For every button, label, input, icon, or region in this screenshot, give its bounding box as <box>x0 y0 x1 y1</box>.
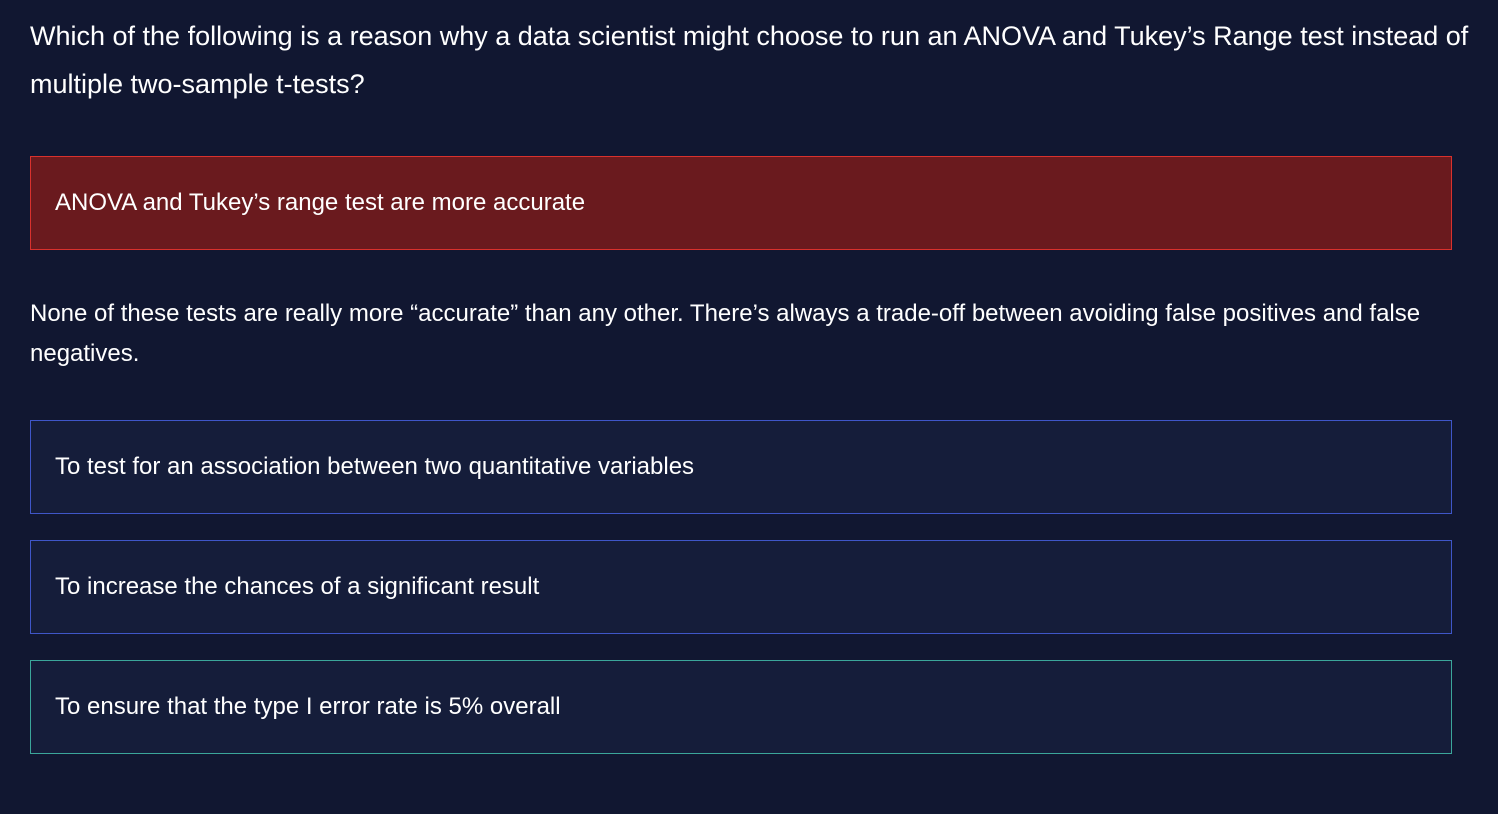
answer-option-correct[interactable]: To ensure that the type I error rate is … <box>30 660 1452 754</box>
answer-option-label: ANOVA and Tukey’s range test are more ac… <box>55 189 586 216</box>
answer-option-label: To increase the chances of a significant… <box>55 573 540 600</box>
feedback-text: None of these tests are really more “acc… <box>30 300 1421 367</box>
answer-option-incorrect-selected[interactable]: ANOVA and Tukey’s range test are more ac… <box>30 156 1452 250</box>
answer-option-label: To ensure that the type I error rate is … <box>55 693 561 720</box>
question-text: Which of the following is a reason why a… <box>30 21 1469 99</box>
answer-option[interactable]: To increase the chances of a significant… <box>30 540 1452 634</box>
answer-option[interactable]: To test for an association between two q… <box>30 420 1452 514</box>
answer-option-label: To test for an association between two q… <box>55 453 695 480</box>
